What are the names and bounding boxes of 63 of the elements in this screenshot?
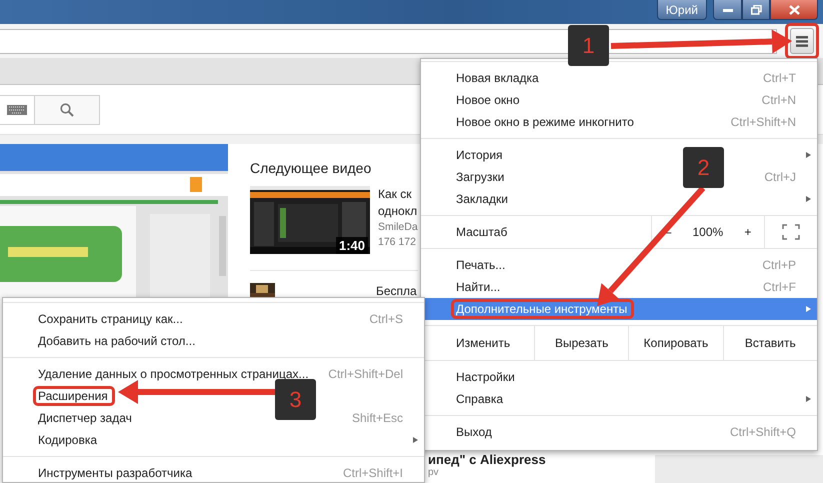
- video-title[interactable]: Беспла: [376, 283, 417, 300]
- menu-item[interactable]: Печать...: [451, 258, 510, 272]
- view-count: 176 172: [378, 235, 416, 250]
- step-number: 1: [568, 25, 609, 66]
- menu-item[interactable]: Закладки: [451, 192, 512, 206]
- menu-button[interactable]: [790, 28, 814, 54]
- menu-item[interactable]: Добавить на рабочий стол...: [33, 334, 200, 348]
- menu-item[interactable]: Загрузки: [451, 170, 508, 184]
- menu-icon: [796, 36, 808, 46]
- address-bar[interactable]: [0, 28, 777, 54]
- search-icon: [60, 103, 74, 117]
- menu-item[interactable]: Выход: [451, 425, 496, 439]
- menu-label: Масштаб: [456, 225, 508, 239]
- video-meta: pv: [428, 467, 439, 478]
- keyboard-icon[interactable]: [7, 105, 27, 115]
- shortcut-text: Shift+Esc: [350, 411, 404, 425]
- menu-item[interactable]: Удаление данных о просмотренных страницах...: [33, 367, 313, 381]
- edit-action-button[interactable]: Вырезать: [534, 326, 628, 360]
- menu-item[interactable]: Новое окно: [451, 93, 524, 107]
- menu-item[interactable]: Настройки: [451, 370, 519, 384]
- section-heading: Следующее видео: [250, 160, 372, 176]
- fullscreen-icon[interactable]: [782, 224, 800, 240]
- shortcut-text: Ctrl+F: [762, 280, 797, 294]
- menu-label: Изменить: [456, 336, 512, 350]
- shortcut-text: Ctrl+Shift+Del: [327, 367, 404, 381]
- shortcut-text: Ctrl+S: [368, 312, 404, 326]
- restore-icon: [750, 4, 762, 14]
- menu-item[interactable]: Расширения: [33, 386, 115, 406]
- edit-action-button[interactable]: Вставить: [722, 326, 817, 360]
- shortcut-text: Ctrl+N: [760, 93, 797, 107]
- shortcut-text: Ctrl+T: [762, 71, 797, 85]
- video-title[interactable]: ипед" с Aliexpress: [428, 452, 546, 467]
- shortcut-text: Ctrl+Shift+Q: [728, 425, 797, 439]
- menu-item[interactable]: Дополнительные инструменты: [451, 299, 634, 319]
- zoom-value: 100%: [692, 225, 724, 239]
- menu-item[interactable]: Сохранить страницу как...: [33, 312, 187, 326]
- shortcut-text: Ctrl+Shift+I: [342, 466, 404, 480]
- shortcut-text: Ctrl+P: [761, 258, 797, 272]
- menu-item[interactable]: Диспетчер задач: [33, 411, 136, 425]
- search-field[interactable]: [0, 95, 100, 125]
- close-icon: [788, 4, 800, 14]
- zoom-in-button[interactable]: +: [740, 225, 756, 239]
- step-number: 2: [683, 147, 724, 188]
- profile-button[interactable]: Юрий: [656, 0, 707, 20]
- menu-item[interactable]: Кодировка: [33, 433, 102, 447]
- video-duration: 1:40: [336, 237, 368, 254]
- close-button[interactable]: [770, 0, 818, 20]
- maximize-button[interactable]: [742, 0, 770, 20]
- shortcut-text: Ctrl+Shift+N: [730, 115, 797, 129]
- channel-name: SmileDa: [378, 220, 418, 235]
- menu-item[interactable]: История: [451, 148, 507, 162]
- shortcut-text: Ctrl+J: [763, 170, 797, 184]
- menu-item[interactable]: Найти...: [451, 280, 504, 294]
- step-number: 3: [275, 379, 316, 420]
- minimize-icon: [722, 8, 732, 12]
- menu-item[interactable]: Справка: [451, 392, 508, 406]
- menu-item[interactable]: Новое окно в режиме инкогнито: [451, 115, 638, 129]
- menu-item[interactable]: Инструменты разработчика: [33, 466, 196, 480]
- minimize-button[interactable]: [713, 0, 742, 20]
- video-title[interactable]: однокл: [378, 203, 418, 220]
- edit-action-button[interactable]: Копировать: [628, 326, 723, 360]
- video-title[interactable]: Как ск: [378, 186, 412, 203]
- menu-item[interactable]: Новая вкладка: [451, 71, 543, 85]
